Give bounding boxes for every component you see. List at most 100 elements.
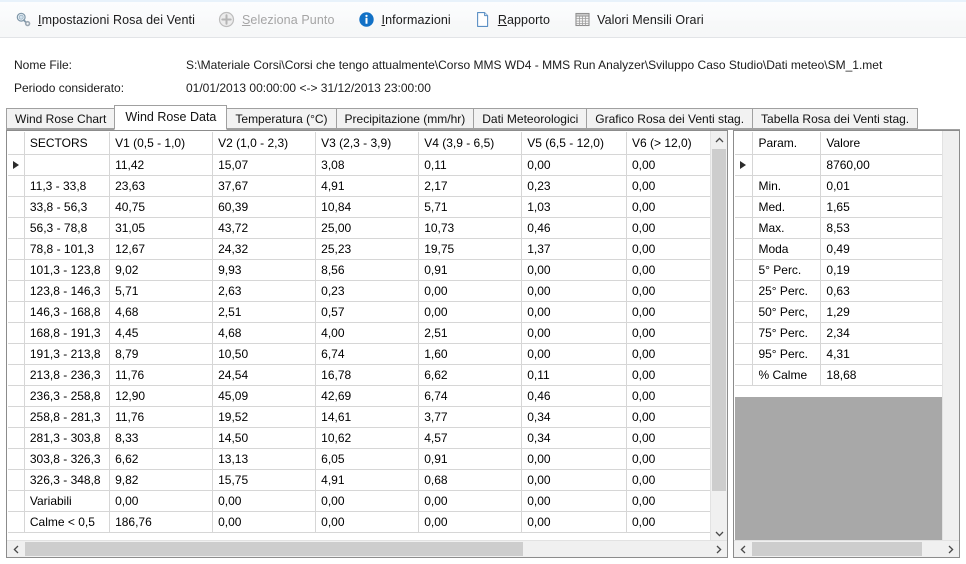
table-cell[interactable]: Moda — [752, 238, 822, 260]
tab-temperatura-c[interactable]: Temperatura (°C) — [226, 108, 337, 129]
table-cell[interactable]: 43,72 — [212, 217, 317, 239]
table-row[interactable]: 146,3 - 168,8 4,68 2,51 0,57 0,00 0,00 0,00 — [8, 301, 711, 323]
scroll-left-icon[interactable] — [7, 541, 24, 557]
table-row[interactable]: 11,3 - 33,8 23,63 37,67 4,91 2,17 0,23 0,00 — [8, 175, 711, 197]
table-cell[interactable]: 281,3 - 303,8 — [24, 427, 111, 449]
table-cell[interactable]: 0,34 — [521, 427, 627, 449]
table-cell[interactable]: 0,68 — [418, 469, 523, 491]
table-cell[interactable]: 0,00 — [626, 259, 711, 281]
table-cell[interactable]: 9,93 — [212, 259, 317, 281]
column-header-v5[interactable]: V5 (6,5 - 12,0) — [521, 132, 627, 155]
table-cell[interactable]: 12,67 — [109, 238, 214, 260]
table-cell[interactable]: 0,00 — [626, 427, 711, 449]
table-cell[interactable]: 0,00 — [626, 343, 711, 365]
table-cell[interactable]: 6,62 — [418, 364, 523, 386]
table-cell[interactable]: 75° Perc. — [752, 322, 822, 344]
row-header[interactable] — [735, 217, 754, 239]
table-cell[interactable]: 2,63 — [212, 280, 317, 302]
row-header[interactable] — [8, 364, 25, 386]
tab-grafico-rosa-dei-venti-stag[interactable]: Grafico Rosa dei Venti stag. — [586, 108, 754, 129]
table-cell[interactable]: 45,09 — [212, 385, 317, 407]
column-header-param[interactable]: Param. — [752, 132, 822, 155]
grid-corner-header[interactable] — [8, 132, 25, 155]
table-cell[interactable]: 4,57 — [418, 427, 523, 449]
table-cell[interactable]: 0,00 — [626, 490, 711, 512]
row-header[interactable] — [735, 154, 754, 176]
table-cell[interactable]: Min. — [752, 175, 822, 197]
row-header[interactable] — [735, 175, 754, 197]
table-row[interactable]: 348,8 - 11,3 11,42 15,07 3,08 0,11 0,00 0,00 — [8, 154, 711, 176]
table-cell[interactable]: 25,23 — [315, 238, 420, 260]
table-cell[interactable]: 326,3 - 348,8 — [24, 469, 111, 491]
table-row[interactable]: 33,8 - 56,3 40,75 60,39 10,84 5,71 1,03 0,00 — [8, 196, 711, 218]
row-header[interactable] — [8, 175, 25, 197]
table-cell[interactable]: 4,91 — [315, 469, 420, 491]
table-cell[interactable]: 10,50 — [212, 343, 317, 365]
table-cell[interactable]: 0,00 — [626, 322, 711, 344]
table-cell[interactable]: 4,45 — [109, 322, 214, 344]
column-header-v2[interactable]: V2 (1,0 - 2,3) — [212, 132, 317, 155]
table-cell[interactable]: 101,3 - 123,8 — [24, 259, 111, 281]
table-row[interactable]: Med. 1,65 — [735, 196, 943, 218]
table-cell[interactable]: 11,76 — [109, 406, 214, 428]
left-grid-vscroll-thumb[interactable] — [712, 149, 726, 491]
table-cell[interactable]: 40,75 — [109, 196, 214, 218]
table-row[interactable]: 213,8 - 236,3 11,76 24,54 16,78 6,62 0,11 0,00 — [8, 364, 711, 386]
table-row[interactable]: 281,3 - 303,8 8,33 14,50 10,62 4,57 0,34 0,00 — [8, 427, 711, 449]
table-cell[interactable]: 0,00 — [626, 448, 711, 470]
table-row[interactable]: % Calme 18,68 — [735, 364, 943, 386]
row-header[interactable] — [735, 280, 754, 302]
table-cell[interactable]: 15,07 — [212, 154, 317, 176]
row-header[interactable] — [8, 217, 25, 239]
toolbar-button-rapporto[interactable]: Rapporto — [470, 7, 559, 33]
table-cell[interactable]: 0,00 — [521, 469, 627, 491]
table-cell[interactable]: 78,8 - 101,3 — [24, 238, 111, 260]
table-cell[interactable]: 4,68 — [212, 322, 317, 344]
tab-wind-rose-data[interactable]: Wind Rose Data — [114, 105, 228, 130]
table-cell[interactable]: 1,60 — [418, 343, 523, 365]
table-cell[interactable]: 23,63 — [109, 175, 214, 197]
left-grid-hscroll-thumb[interactable] — [25, 542, 523, 556]
table-cell[interactable]: 0,49 — [820, 238, 943, 260]
table-cell[interactable]: 6,05 — [315, 448, 420, 470]
table-cell[interactable]: 19,75 — [418, 238, 523, 260]
table-cell[interactable]: 1,65 — [820, 196, 943, 218]
table-cell[interactable]: 1,03 — [521, 196, 627, 218]
table-row[interactable]: Calme < 0,5 186,76 0,00 0,00 0,00 0,00 0,00 — [8, 511, 711, 533]
table-row[interactable]: 25° Perc. 0,63 — [735, 280, 943, 302]
table-cell[interactable]: 0,00 — [212, 490, 317, 512]
scroll-up-icon[interactable] — [711, 131, 727, 148]
table-cell[interactable]: 0,46 — [521, 385, 627, 407]
table-cell[interactable]: 56,3 - 78,8 — [24, 217, 111, 239]
table-row[interactable]: 95° Perc. 4,31 — [735, 343, 943, 365]
left-grid-vertical-scrollbar[interactable] — [710, 131, 727, 542]
table-cell[interactable]: 6,74 — [418, 385, 523, 407]
table-cell[interactable]: 213,8 - 236,3 — [24, 364, 111, 386]
right-grid-horizontal-scrollbar[interactable] — [734, 540, 959, 557]
table-cell[interactable]: 0,91 — [418, 259, 523, 281]
column-header-valore[interactable]: Valore — [820, 132, 943, 155]
table-cell[interactable]: 4,68 — [109, 301, 214, 323]
table-cell[interactable]: 33,8 - 56,3 — [24, 196, 111, 218]
table-cell[interactable]: 186,76 — [109, 511, 214, 533]
grid-corner-header[interactable] — [735, 132, 754, 155]
table-cell[interactable]: 4,91 — [315, 175, 420, 197]
toolbar-button-valori-mensili-orari[interactable]: Valori Mensili Orari — [569, 7, 713, 33]
table-cell[interactable]: 0,00 — [626, 406, 711, 428]
table-row[interactable]: 326,3 - 348,8 9,82 15,75 4,91 0,68 0,00 0,00 — [8, 469, 711, 491]
table-cell[interactable]: 258,8 - 281,3 — [24, 406, 111, 428]
table-cell[interactable]: 0,11 — [521, 364, 627, 386]
table-cell[interactable]: 0,00 — [418, 490, 523, 512]
table-cell[interactable]: 31,05 — [109, 217, 214, 239]
table-cell[interactable]: 0,57 — [315, 301, 420, 323]
table-cell[interactable]: 0,00 — [626, 280, 711, 302]
table-cell[interactable]: 3,77 — [418, 406, 523, 428]
table-cell[interactable]: 8760,00 — [820, 154, 943, 176]
table-cell[interactable]: 37,67 — [212, 175, 317, 197]
table-cell[interactable]: 0,00 — [626, 196, 711, 218]
table-cell[interactable]: 4,00 — [315, 322, 420, 344]
table-cell[interactable]: 50° Perc, — [752, 301, 822, 323]
table-cell[interactable]: 168,8 - 191,3 — [24, 322, 111, 344]
table-cell[interactable]: 0,00 — [626, 217, 711, 239]
table-cell[interactable]: 0,00 — [626, 511, 711, 533]
